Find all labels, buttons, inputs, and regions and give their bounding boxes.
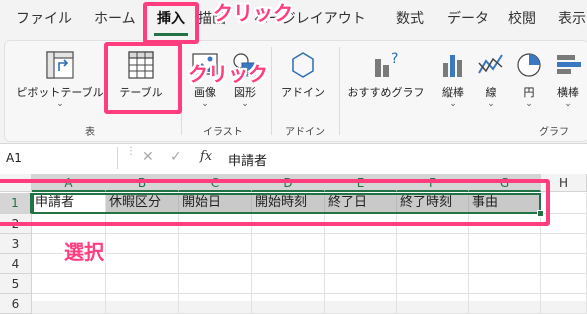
cell[interactable] <box>32 294 106 314</box>
recommended-charts-button[interactable]: ? おすすめグラフ <box>343 49 429 100</box>
cell[interactable] <box>541 254 587 274</box>
column-chart-icon <box>443 55 462 77</box>
highlight-table-button <box>104 42 182 114</box>
cell[interactable] <box>179 294 252 314</box>
pivot-table-icon <box>46 51 74 79</box>
chevron-down-icon: ⌄ <box>56 99 64 109</box>
cell[interactable] <box>106 294 179 314</box>
group-separator <box>339 47 340 135</box>
cell[interactable] <box>397 234 469 254</box>
pie-chart-label: 円 <box>523 86 535 99</box>
cell[interactable] <box>469 274 541 294</box>
chevron-down-icon: ⌄ <box>487 99 495 109</box>
cell[interactable] <box>106 274 179 294</box>
row-header[interactable]: 3 <box>0 234 32 254</box>
row-header[interactable]: 5 <box>0 274 32 294</box>
cell[interactable] <box>252 274 325 294</box>
formula-bar: A1 ⋮ ✕ ✓ fx 申請者 <box>0 143 587 175</box>
bar-chart-icon <box>557 55 581 74</box>
ribbon-panel: ピボットテーブル ⌄ テーブル 表 画像 ⌄ 図形 ⌄ イラスト アドイン アド… <box>4 40 587 142</box>
cell[interactable] <box>325 254 397 274</box>
cell[interactable] <box>397 254 469 274</box>
cell[interactable] <box>541 234 587 254</box>
line-chart-button[interactable]: 線 ⌄ <box>473 49 509 109</box>
bar-chart-label: 横棒 <box>557 86 579 99</box>
pivot-table-button[interactable]: ピボットテーブル ⌄ <box>11 49 109 109</box>
row-header[interactable]: 4 <box>0 254 32 274</box>
cell[interactable] <box>397 274 469 294</box>
chevron-down-icon: ⌄ <box>564 99 572 109</box>
group-label-charts: グラフ <box>539 127 569 138</box>
ribbon-tab-bar: ファイル ホーム 挿入 描画 ページレイアウト 数式 データ 校閲 表示 <box>0 0 587 40</box>
group-label-table: 表 <box>85 127 95 138</box>
group-label-illustrations: イラスト <box>203 127 243 138</box>
name-box[interactable]: A1 <box>0 147 118 169</box>
cell[interactable] <box>541 274 587 294</box>
cell[interactable] <box>106 234 179 254</box>
cell[interactable] <box>541 294 587 314</box>
cell[interactable] <box>106 254 179 274</box>
tab-review[interactable]: 校閲 <box>508 8 536 28</box>
group-separator <box>271 47 272 135</box>
cell[interactable] <box>469 234 541 254</box>
recommended-charts-icon: ? <box>375 51 398 77</box>
pivot-table-label: ピボットテーブル <box>16 86 104 99</box>
cell[interactable] <box>252 254 325 274</box>
column-chart-label: 縦棒 <box>442 86 464 99</box>
cell[interactable] <box>325 234 397 254</box>
tab-file[interactable]: ファイル <box>16 8 72 28</box>
formula-input[interactable]: 申請者 <box>228 150 267 169</box>
pie-chart-icon <box>517 53 541 77</box>
cell[interactable] <box>252 294 325 314</box>
cell[interactable] <box>179 274 252 294</box>
tab-formulas[interactable]: 数式 <box>396 8 424 28</box>
confirm-icon[interactable]: ✓ <box>170 149 182 165</box>
formula-bar-handle[interactable]: ⋮ <box>126 146 136 157</box>
annotation-click-table: クリック <box>188 62 268 86</box>
add-ins-icon <box>292 52 314 78</box>
tab-data[interactable]: データ <box>447 8 489 28</box>
cancel-icon[interactable]: ✕ <box>142 149 154 165</box>
cell[interactable] <box>325 274 397 294</box>
annotation-click-insert: クリック <box>213 1 293 25</box>
cell[interactable] <box>179 254 252 274</box>
chevron-down-icon: ⌄ <box>241 99 249 109</box>
chevron-down-icon: ⌄ <box>525 99 533 109</box>
highlight-insert-tab <box>143 2 199 44</box>
bar-chart-button[interactable]: 横棒 ⌄ <box>549 49 587 109</box>
insert-function-icon[interactable]: fx <box>200 149 212 164</box>
annotation-select: 選択 <box>64 240 104 264</box>
column-chart-button[interactable]: 縦棒 ⌄ <box>433 49 473 109</box>
tab-home[interactable]: ホーム <box>94 8 136 28</box>
cell[interactable] <box>32 274 106 294</box>
cell[interactable] <box>397 294 469 314</box>
recommended-charts-label: おすすめグラフ <box>347 86 425 99</box>
chevron-down-icon: ⌄ <box>449 99 457 109</box>
cell[interactable] <box>469 294 541 314</box>
cell[interactable] <box>325 294 397 314</box>
svg-text:?: ? <box>391 51 398 67</box>
row-header[interactable]: 6 <box>0 294 32 314</box>
pie-chart-button[interactable]: 円 ⌄ <box>511 49 547 109</box>
cell[interactable] <box>179 234 252 254</box>
cell[interactable] <box>469 254 541 274</box>
tab-view[interactable]: 表示 <box>558 8 586 28</box>
chevron-down-icon: ⌄ <box>201 99 209 109</box>
line-chart-icon <box>478 54 503 74</box>
add-ins-button[interactable]: アドイン <box>275 49 331 100</box>
line-chart-label: 線 <box>485 86 497 99</box>
cell[interactable] <box>252 234 325 254</box>
group-label-add-ins: アドイン <box>285 127 325 138</box>
highlight-header-row <box>0 179 550 226</box>
add-ins-label: アドイン <box>281 86 325 99</box>
